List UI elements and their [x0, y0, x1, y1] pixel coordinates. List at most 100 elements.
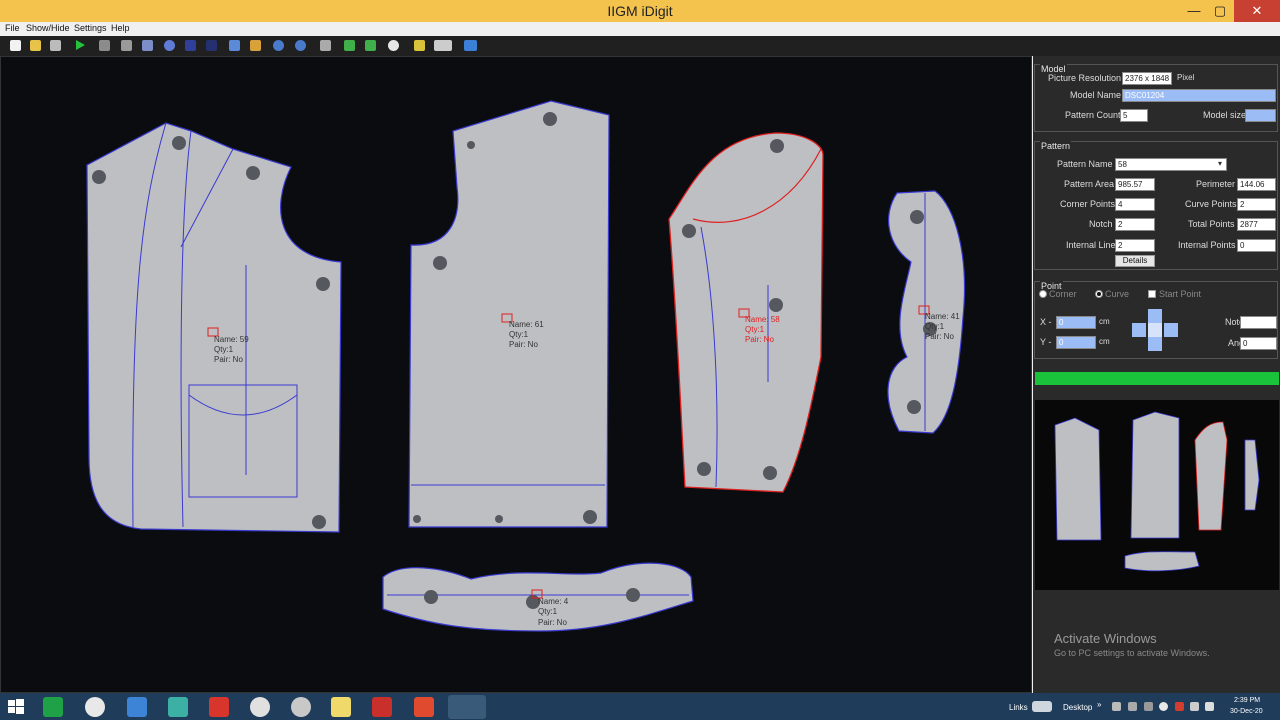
corner-icon[interactable]	[250, 40, 261, 51]
close-button[interactable]: ✕	[1234, 0, 1280, 22]
clock-date[interactable]: 30-Dec-20	[1230, 708, 1263, 715]
export-icon[interactable]	[344, 40, 355, 51]
internal-line-field[interactable]: 2	[1115, 239, 1155, 252]
redo-icon[interactable]	[295, 40, 306, 51]
digitize-canvas[interactable]: Name: 59 Qty:1 Pair: No Name: 61 Qty:1 P…	[0, 56, 1032, 693]
camera-icon[interactable]	[388, 40, 399, 51]
help-icon[interactable]	[414, 40, 425, 51]
resolution-label: Picture Resolution	[1048, 73, 1122, 83]
progress-bar	[1035, 372, 1279, 385]
pattern-piece-3[interactable]: Name: 58 Qty:1 Pair: No	[668, 132, 824, 493]
maximize-button[interactable]: ▢	[1204, 0, 1236, 22]
piece-2-name: Name: 61	[509, 320, 544, 329]
acrobat-icon[interactable]	[209, 697, 229, 717]
piece-3-pair: Pair: No	[745, 335, 774, 344]
tray-antivirus-icon[interactable]	[1175, 702, 1184, 711]
nudge-left-button[interactable]	[1132, 323, 1146, 337]
tools-icon[interactable]	[320, 40, 331, 51]
point-notch-select[interactable]	[1240, 316, 1277, 329]
measure-icon[interactable]	[229, 40, 240, 51]
tray-app-icon[interactable]	[1112, 702, 1121, 711]
curve-icon[interactable]	[206, 40, 217, 51]
nudge-up-button[interactable]	[1148, 309, 1162, 323]
pattern-piece-4[interactable]: Name: 41 Qty:1 Pair: No	[887, 190, 966, 434]
undo-icon[interactable]	[273, 40, 284, 51]
corner-radio-label: Corner	[1049, 289, 1077, 299]
select-icon[interactable]	[99, 40, 110, 51]
start-point-checkbox[interactable]	[1148, 290, 1156, 298]
office-icon[interactable]	[414, 697, 434, 717]
resolution-field[interactable]: 2376 x 1848	[1122, 72, 1172, 85]
pattern-count-field[interactable]: 5	[1120, 109, 1148, 122]
save-icon[interactable]	[50, 40, 61, 51]
menu-bar: File Show/Hide Settings Help	[0, 22, 1280, 36]
pattern-piece-5[interactable]: Name: 4 Qty:1 Pair: No	[382, 562, 694, 632]
windows-start-icon[interactable]	[6, 697, 28, 717]
x-label: X -	[1040, 317, 1052, 327]
total-points-field[interactable]: 2877	[1237, 218, 1276, 231]
menu-settings[interactable]: Settings	[74, 23, 107, 33]
pattern-area-field[interactable]: 985.57	[1115, 178, 1155, 191]
new-file-icon[interactable]	[10, 40, 21, 51]
angle-field[interactable]: 0	[1240, 337, 1277, 350]
model-name-label: Model Name	[1070, 90, 1122, 100]
pdf-icon[interactable]	[372, 697, 392, 717]
details-button[interactable]: Details	[1115, 255, 1155, 267]
settings-icon[interactable]	[434, 40, 452, 51]
app-icon[interactable]	[168, 697, 188, 717]
desktop-toolbar[interactable]: Desktop	[1063, 703, 1092, 712]
pattern-name-label: Pattern Name	[1057, 159, 1113, 169]
model-name-field[interactable]: DSC01204	[1122, 89, 1276, 102]
monitor-icon[interactable]	[464, 40, 477, 51]
perimeter-field[interactable]: 144.06	[1237, 178, 1276, 191]
tray-network-icon[interactable]	[1190, 702, 1199, 711]
pattern-piece-2[interactable]: Name: 61 Qty:1 Pair: No	[408, 100, 610, 528]
piece-5-pair: Pair: No	[538, 618, 567, 627]
idigit-taskbar-button[interactable]	[448, 695, 486, 719]
y-field[interactable]: 0	[1056, 336, 1096, 349]
tray-media-icon[interactable]	[1159, 702, 1168, 711]
folder-icon[interactable]	[331, 697, 351, 717]
model-size-field[interactable]	[1245, 109, 1276, 122]
nudge-down-button[interactable]	[1148, 337, 1162, 351]
menu-help[interactable]: Help	[111, 23, 130, 33]
y-unit: cm	[1099, 337, 1110, 346]
tray-printer-icon[interactable]	[1144, 702, 1153, 711]
desktop-chevron-icon[interactable]: »	[1097, 700, 1101, 709]
x-field[interactable]: 0	[1056, 316, 1096, 329]
clock-time[interactable]: 2:39 PM	[1234, 697, 1260, 704]
nudge-right-button[interactable]	[1164, 323, 1178, 337]
media-icon[interactable]	[250, 697, 270, 717]
run-icon[interactable]	[76, 40, 85, 50]
links-toolbar[interactable]: Links	[1009, 703, 1028, 712]
corner-radio[interactable]	[1039, 290, 1047, 298]
chevron-down-icon[interactable]: ▾	[1218, 159, 1222, 168]
file-explorer-icon[interactable]	[127, 697, 147, 717]
internal-points-field[interactable]: 0	[1237, 239, 1276, 252]
x-unit: cm	[1099, 317, 1110, 326]
pattern-group-title: Pattern	[1040, 141, 1072, 151]
tray-volume-icon[interactable]	[1205, 702, 1214, 711]
corner-points-field[interactable]: 4	[1115, 198, 1155, 211]
menu-show-hide[interactable]: Show/Hide	[26, 23, 70, 33]
keyboard-icon[interactable]	[1032, 701, 1052, 712]
point-icon[interactable]	[164, 40, 175, 51]
model-size-label: Model size	[1203, 110, 1247, 120]
pattern-name-select[interactable]: 58	[1115, 158, 1227, 171]
crop-icon[interactable]	[121, 40, 132, 51]
curve-radio[interactable]	[1095, 290, 1103, 298]
frame-icon[interactable]	[142, 40, 153, 51]
curve-points-label: Curve Points	[1185, 199, 1237, 209]
notch-field[interactable]: 2	[1115, 218, 1155, 231]
piece-2-pair: Pair: No	[509, 340, 538, 349]
menu-file[interactable]: File	[5, 23, 20, 33]
tray-usb-icon[interactable]	[1128, 702, 1137, 711]
open-folder-icon[interactable]	[30, 40, 41, 51]
import-icon[interactable]	[365, 40, 376, 51]
store-icon[interactable]	[43, 697, 63, 717]
chrome-icon[interactable]	[85, 697, 105, 717]
curve-points-field[interactable]: 2	[1237, 198, 1276, 211]
line-icon[interactable]	[185, 40, 196, 51]
pattern-piece-1[interactable]: Name: 59 Qty:1 Pair: No	[86, 122, 342, 533]
disc-icon[interactable]	[291, 697, 311, 717]
